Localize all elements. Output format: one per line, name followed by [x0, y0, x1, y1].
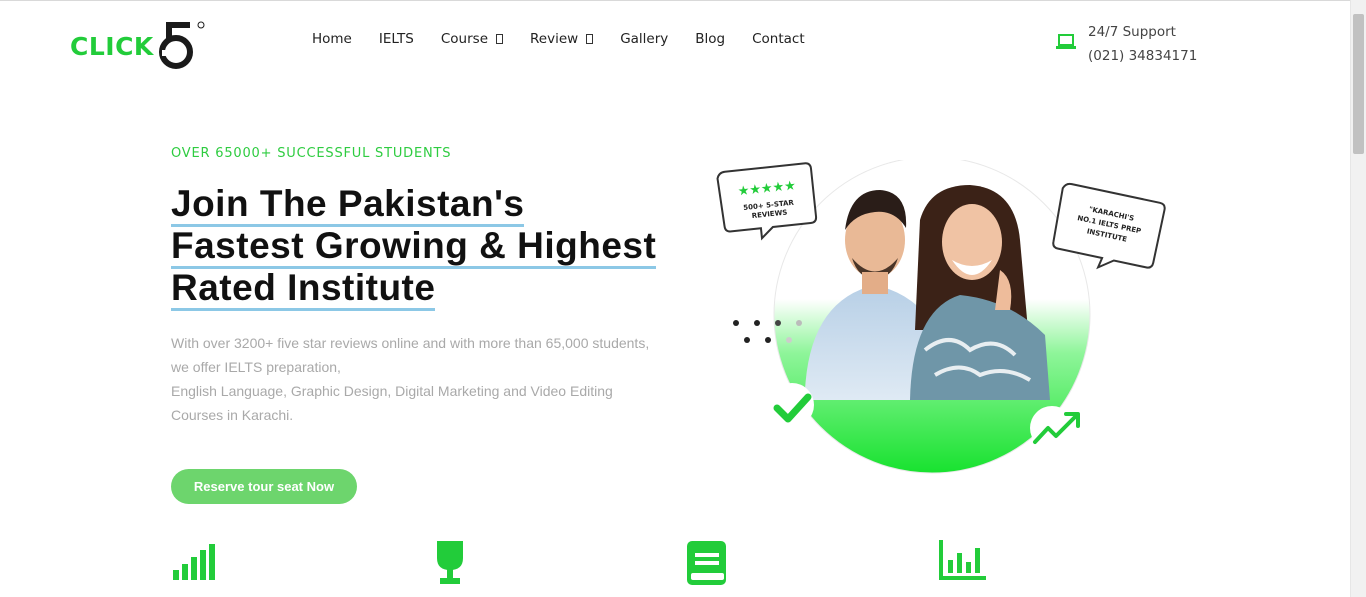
support-title: 24/7 Support [1088, 24, 1176, 40]
top-border [0, 0, 1350, 1]
nav-review[interactable]: Review [530, 31, 594, 47]
main-nav: Home IELTS Course Review Gallery Blog Co… [312, 31, 832, 47]
scrollbar-thumb[interactable] [1353, 14, 1364, 154]
description-line: Courses in Karachi. [171, 407, 294, 423]
hero-headline: Join The Pakistan's Fastest Growing & Hi… [171, 183, 691, 311]
trend-up-badge-icon [1030, 406, 1080, 450]
bar-chart-icon [939, 540, 986, 580]
nav-ielts[interactable]: IELTS [379, 31, 414, 47]
logo-text: CLICK [70, 31, 154, 61]
logo[interactable]: CLICK [70, 20, 208, 72]
headline-line: Join The Pakistan's [171, 183, 525, 227]
support-phone[interactable]: (021) 34834171 [1088, 44, 1197, 68]
page-scrollbar[interactable] [1350, 0, 1366, 597]
nav-course[interactable]: Course [440, 31, 504, 47]
nav-contact-label: Contact [752, 31, 805, 47]
dropdown-caret-icon [586, 34, 594, 44]
trophy-icon [437, 541, 463, 584]
nav-ielts-label: IELTS [378, 31, 414, 47]
headline-line: Fastest Growing & Highest [171, 225, 657, 269]
description-line: we offer IELTS preparation, [171, 359, 341, 375]
nav-gallery[interactable]: Gallery [620, 31, 668, 47]
description-line: English Language, Graphic Design, Digita… [171, 383, 613, 399]
nav-home[interactable]: Home [312, 31, 352, 47]
dropdown-caret-icon [496, 34, 504, 44]
nav-review-label: Review [530, 31, 579, 47]
signal-bars-icon [173, 544, 215, 580]
nav-blog-label: Blog [695, 31, 726, 47]
check-badge-icon [770, 383, 814, 427]
logo-mark-icon [158, 21, 205, 69]
nav-contact[interactable]: Contact [752, 31, 805, 47]
nav-gallery-label: Gallery [620, 31, 669, 47]
reserve-seat-button[interactable]: Reserve tour seat Now [171, 469, 357, 504]
nav-home-label: Home [312, 31, 352, 47]
book-icon [687, 541, 726, 585]
support-contact: 24/7 Support (021) 34834171 [1056, 20, 1197, 68]
nav-blog[interactable]: Blog [695, 31, 725, 47]
hero-eyebrow: OVER 65000+ SUCCESSFUL STUDENTS [171, 146, 452, 161]
nav-course-label: Course [440, 31, 489, 47]
headline-line: Rated Institute [171, 267, 436, 311]
description-line: With over 3200+ five star reviews online… [171, 335, 650, 351]
hero-description: With over 3200+ five star reviews online… [171, 331, 671, 427]
laptop-icon [1056, 34, 1076, 49]
hero-image: ★★★★★ 500+ 5-STAR REVIEWS "KARACHI'S NO.… [716, 160, 1166, 474]
